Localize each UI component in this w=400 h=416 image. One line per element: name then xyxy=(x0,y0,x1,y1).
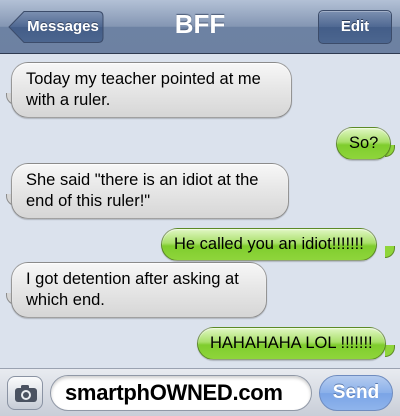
message-input[interactable]: smartphOWNED.com xyxy=(50,375,312,411)
navigation-bar: Messages BFF Edit xyxy=(0,0,400,54)
input-bar: smartphOWNED.com Send xyxy=(0,368,400,416)
sent-message: He called you an idiot!!!!!!! xyxy=(161,228,377,261)
message-thread: Today my teacher pointed at me with a ru… xyxy=(0,55,400,368)
bubble-tail xyxy=(385,345,395,357)
send-button[interactable]: Send xyxy=(319,375,393,411)
sent-message: HAHAHAHA LOL !!!!!!! xyxy=(197,327,386,360)
camera-icon xyxy=(15,385,37,402)
sent-message: So? xyxy=(336,127,392,160)
received-message: I got detention after asking at which en… xyxy=(11,262,267,318)
camera-button[interactable] xyxy=(7,376,43,410)
edit-button[interactable]: Edit xyxy=(318,10,392,44)
received-message: She said "there is an idiot at the end o… xyxy=(11,163,289,219)
received-message: Today my teacher pointed at me with a ru… xyxy=(11,62,292,118)
bubble-tail xyxy=(385,246,395,258)
